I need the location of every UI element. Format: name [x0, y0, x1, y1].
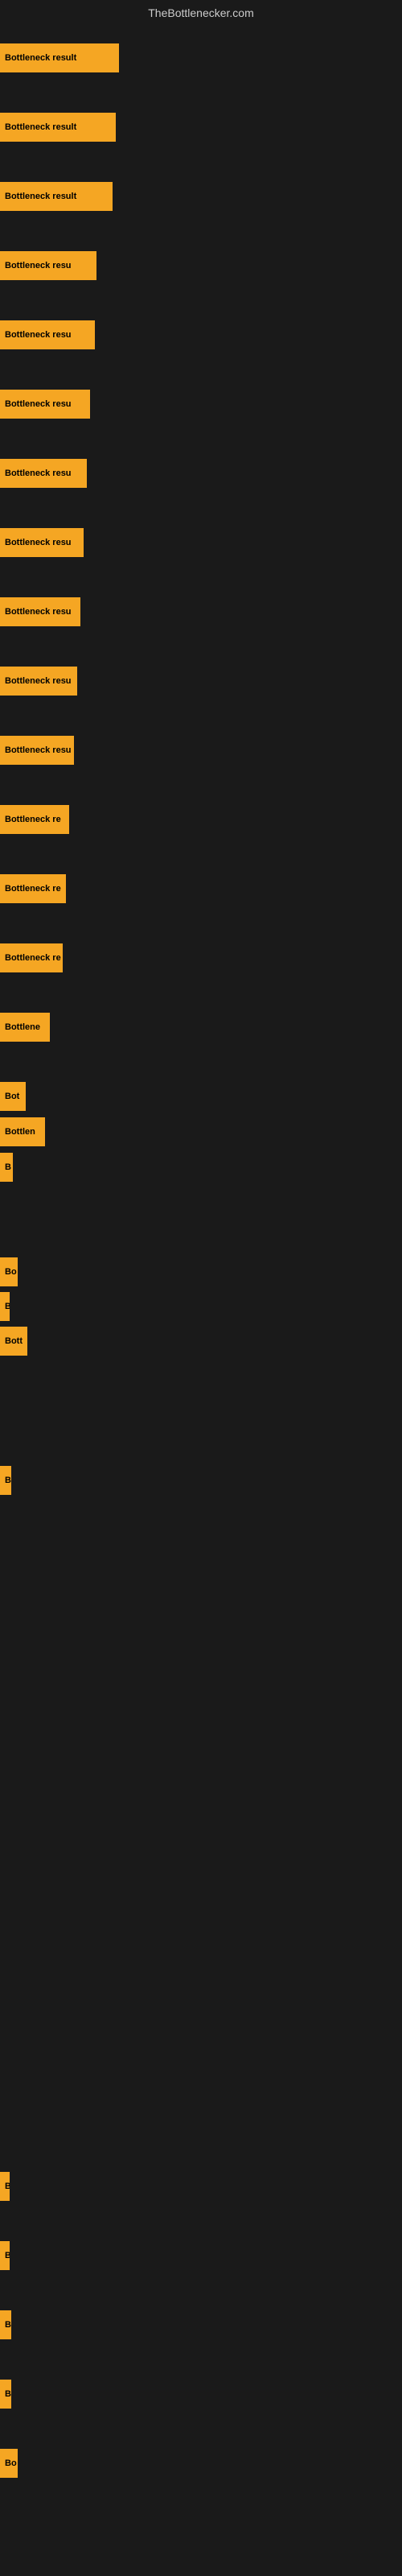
bottleneck-badge: B: [0, 1153, 13, 1182]
bottleneck-result-item: Bottleneck resu: [0, 597, 80, 626]
bottleneck-badge: Bottleneck resu: [0, 597, 80, 626]
bottleneck-badge: B: [0, 1466, 11, 1495]
bottleneck-result-item: Bottlen: [0, 1117, 45, 1146]
bottleneck-result-item: Bottleneck resu: [0, 320, 95, 349]
bottleneck-result-item: B: [0, 2241, 10, 2270]
bottleneck-badge: Bottleneck resu: [0, 459, 87, 488]
bottleneck-badge: Bott: [0, 1327, 27, 1356]
bottleneck-badge: Bottlene: [0, 1013, 50, 1042]
bottleneck-result-item: Bottleneck result: [0, 43, 119, 72]
bottleneck-result-item: Bo: [0, 2449, 18, 2478]
bottleneck-result-item: Bottleneck resu: [0, 736, 74, 765]
bottleneck-result-item: Bottleneck resu: [0, 528, 84, 557]
bottleneck-result-item: Bottleneck re: [0, 943, 63, 972]
bottleneck-badge: Bottleneck result: [0, 182, 113, 211]
bottleneck-result-item: Bottleneck resu: [0, 390, 90, 419]
bottleneck-result-item: Bottleneck result: [0, 113, 116, 142]
bottleneck-badge: Bottleneck result: [0, 43, 119, 72]
bottleneck-badge: Bottleneck re: [0, 874, 66, 903]
bottleneck-badge: Bottleneck resu: [0, 320, 95, 349]
bottleneck-badge: Bottleneck result: [0, 113, 116, 142]
bottleneck-result-item: B: [0, 2310, 11, 2339]
bottleneck-badge: B: [0, 2241, 10, 2270]
bottleneck-result-item: B: [0, 2380, 11, 2409]
bottleneck-badge: Bottleneck resu: [0, 528, 84, 557]
bottleneck-result-item: B: [0, 1153, 13, 1182]
bottleneck-result-item: Bottleneck resu: [0, 251, 96, 280]
bottleneck-badge: Bottleneck resu: [0, 251, 96, 280]
bottleneck-result-item: Bot: [0, 1082, 26, 1111]
bottleneck-badge: Bot: [0, 1082, 26, 1111]
bottleneck-result-item: Bottlene: [0, 1013, 50, 1042]
bottleneck-result-item: Bottleneck resu: [0, 667, 77, 696]
bottleneck-result-item: Bott: [0, 1327, 27, 1356]
bottleneck-badge: B: [0, 2380, 11, 2409]
bottleneck-badge: Bottleneck resu: [0, 667, 77, 696]
bottleneck-badge: B: [0, 2172, 10, 2201]
bottleneck-result-item: Bottleneck resu: [0, 459, 87, 488]
bottleneck-result-item: Bottleneck re: [0, 874, 66, 903]
bottleneck-badge: Bottleneck resu: [0, 736, 74, 765]
bottleneck-badge: B: [0, 2310, 11, 2339]
bottleneck-badge: Bottlen: [0, 1117, 45, 1146]
bottleneck-result-item: Bottleneck result: [0, 182, 113, 211]
bottleneck-result-item: Bottleneck re: [0, 805, 69, 834]
bottleneck-badge: Bottleneck resu: [0, 390, 90, 419]
bottleneck-result-item: Bo: [0, 1257, 18, 1286]
bottleneck-badge: Bottleneck re: [0, 805, 69, 834]
bottleneck-badge: Bottleneck re: [0, 943, 63, 972]
bottleneck-result-item: B: [0, 1466, 11, 1495]
bottleneck-badge: Bo: [0, 1257, 18, 1286]
bottleneck-result-item: B: [0, 1292, 10, 1321]
site-title: TheBottlenecker.com: [0, 0, 402, 23]
bottleneck-badge: B: [0, 1292, 10, 1321]
bottleneck-badge: Bo: [0, 2449, 18, 2478]
bottleneck-result-item: B: [0, 2172, 10, 2201]
